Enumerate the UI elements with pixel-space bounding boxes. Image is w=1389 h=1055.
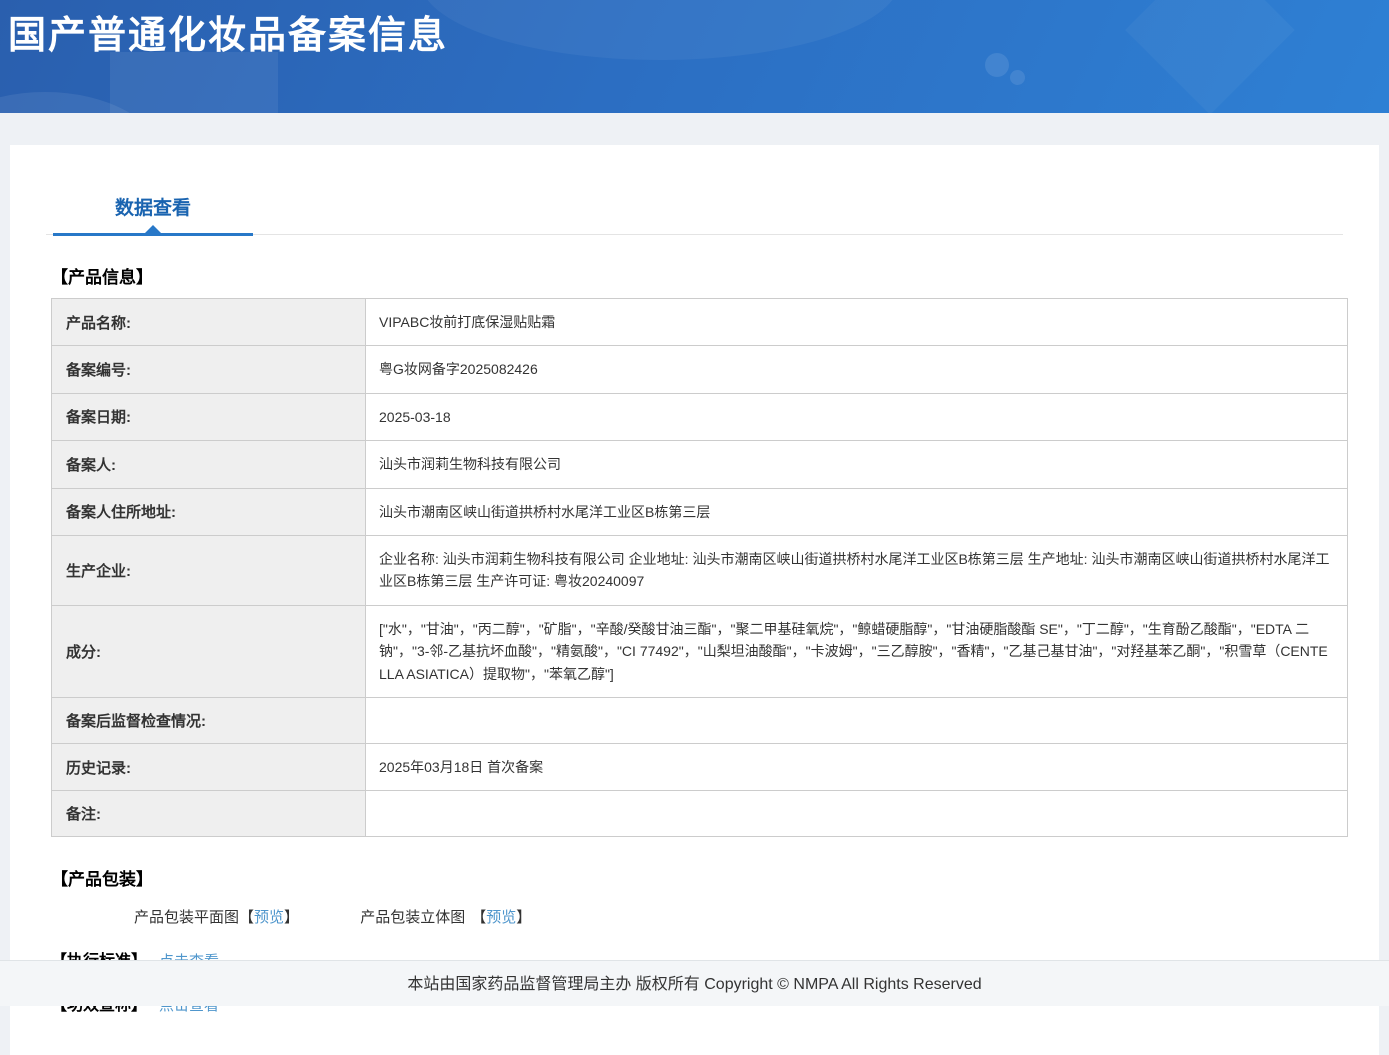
row-value: 汕头市润莉生物科技有限公司 (365, 440, 1348, 489)
table-row-product-name: 产品名称: VIPABC妆前打底保湿贴贴霜 (51, 297, 1348, 347)
row-label: 备案编号: (51, 345, 366, 394)
tab-data-view-label: 数据查看 (114, 198, 191, 219)
section-title-product-packaging: 【产品包装】 (51, 870, 153, 890)
tab-bar: 数据查看 (46, 181, 1343, 236)
tab-active-triangle-icon (145, 225, 161, 233)
page-title: 国产普通化妆品备案信息 (8, 15, 449, 57)
bracket-close: 】 (516, 909, 532, 927)
header-decoration-dot (985, 53, 1009, 77)
header-decoration-blob (0, 92, 160, 113)
header-decoration-rectangle (110, 52, 278, 113)
content-card: 数据查看 【产品信息】 产品名称: VIPABC妆前打底保湿贴贴霜 备案编号: … (10, 145, 1379, 1055)
packaging-flat-label: 产品包装平面图 (134, 909, 240, 927)
tab-data-view[interactable]: 数据查看 (53, 181, 253, 236)
row-value: 粤G妆网备字2025082426 (365, 345, 1348, 394)
bracket-open: 【 (239, 909, 255, 927)
preview-link-stereo[interactable]: 预览 (486, 909, 516, 926)
row-value (365, 790, 1348, 838)
row-value: 2025-03-18 (365, 392, 1348, 442)
bracket-close: 】 (284, 909, 300, 927)
row-value: VIPABC妆前打底保湿贴贴霜 (365, 297, 1348, 347)
row-label: 产品名称: (51, 297, 366, 347)
row-label: 历史记录: (51, 742, 366, 792)
row-value (365, 696, 1348, 744)
table-row-registration-date: 备案日期: 2025-03-18 (51, 392, 1348, 442)
table-row-manufacturer: 生产企业: 企业名称: 汕头市润莉生物科技有限公司 企业地址: 汕头市潮南区峡山… (51, 534, 1348, 606)
footer-copyright-text: 本站由国家药品监督管理局主办 版权所有 Copyright © NMPA All… (407, 976, 982, 993)
section-title-product-info: 【产品信息】 (51, 268, 153, 287)
table-row-registration-number: 备案编号: 粤G妆网备字2025082426 (51, 345, 1348, 394)
row-label: 生产企业: (51, 534, 366, 606)
header-decoration-curve (420, 0, 900, 60)
row-label: 备案日期: (51, 392, 366, 442)
bracket-open: 【 (471, 909, 487, 927)
table-row-ingredients: 成分: ["水"，"甘油"，"丙二醇"，"矿脂"，"辛酸/癸酸甘油三酯"，"聚二… (51, 604, 1348, 698)
row-label: 备案后监督检查情况: (51, 696, 366, 744)
row-label: 备案人: (51, 440, 366, 489)
packaging-stereo-group: 产品包装立体图 【预览】 (360, 906, 531, 927)
page-header-banner: 国产普通化妆品备案信息 (0, 0, 1389, 113)
tab-active-underline (53, 233, 253, 236)
product-info-table: 产品名称: VIPABC妆前打底保湿贴贴霜 备案编号: 粤G妆网备字202508… (51, 297, 1348, 838)
table-row-history: 历史记录: 2025年03月18日 首次备案 (51, 742, 1348, 792)
page-footer: 本站由国家药品监督管理局主办 版权所有 Copyright © NMPA All… (0, 960, 1389, 1006)
preview-link-flat[interactable]: 预览 (254, 909, 284, 926)
row-value: ["水"，"甘油"，"丙二醇"，"矿脂"，"辛酸/癸酸甘油三酯"，"聚二甲基硅氧… (365, 604, 1348, 698)
packaging-flat-group: 产品包装平面图【预览】 (134, 906, 299, 927)
packaging-links-row: 产品包装平面图【预览】 产品包装立体图 【预览】 (134, 906, 1343, 927)
table-row-registrant: 备案人: 汕头市润莉生物科技有限公司 (51, 440, 1348, 489)
row-label: 备注: (51, 790, 366, 838)
table-row-remarks: 备注: (51, 790, 1348, 838)
header-decoration-diamond (1125, 0, 1295, 113)
table-row-supervision-check: 备案后监督检查情况: (51, 696, 1348, 744)
table-row-registrant-address: 备案人住所地址: 汕头市潮南区峡山街道拱桥村水尾洋工业区B栋第三层 (51, 487, 1348, 536)
header-decoration-dot (1010, 70, 1025, 85)
row-value: 2025年03月18日 首次备案 (365, 742, 1348, 792)
row-label: 成分: (51, 604, 366, 698)
row-label: 备案人住所地址: (51, 487, 366, 536)
row-value: 汕头市潮南区峡山街道拱桥村水尾洋工业区B栋第三层 (365, 487, 1348, 536)
packaging-stereo-label: 产品包装立体图 (360, 909, 466, 927)
row-value: 企业名称: 汕头市润莉生物科技有限公司 企业地址: 汕头市潮南区峡山街道拱桥村水… (365, 534, 1348, 606)
